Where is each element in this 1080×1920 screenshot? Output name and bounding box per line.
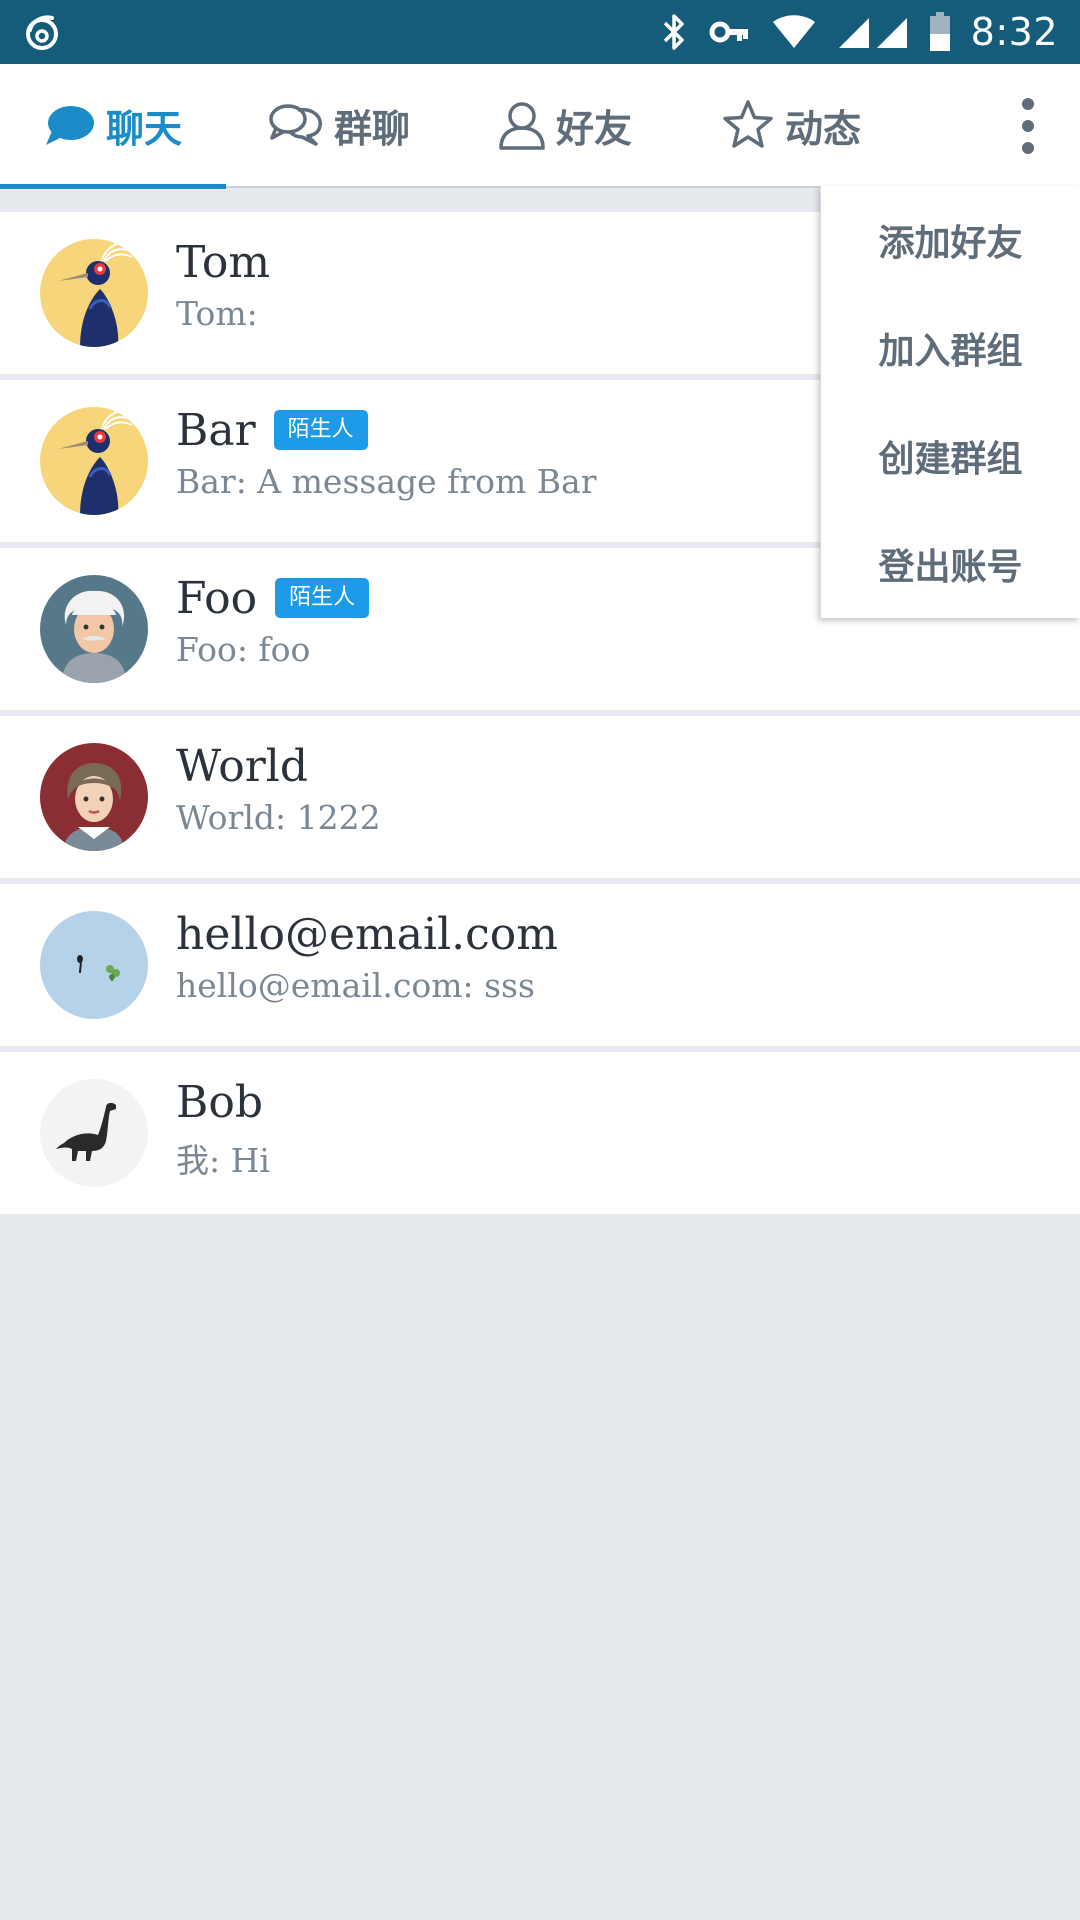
tab-friends-label: 好友 — [555, 106, 632, 151]
vpn-key-icon — [709, 17, 751, 47]
chat-name: Bob — [176, 1076, 263, 1128]
bluetooth-icon — [659, 12, 689, 52]
tab-chat[interactable]: 聊天 — [0, 63, 226, 189]
sprout-avatar — [40, 911, 148, 1019]
status-bar: 8:32 — [0, 0, 1080, 64]
dinosaur-avatar — [40, 1079, 148, 1187]
chat-text: Bob 我: Hi — [176, 1074, 1050, 1182]
tab-moments-label: 动态 — [784, 106, 861, 151]
tab-group-chat-label: 群聊 — [333, 106, 410, 151]
chat-name-row: World — [176, 738, 1050, 794]
more-options-button[interactable] — [1016, 98, 1040, 154]
more-dot — [1022, 98, 1034, 110]
status-time: 8:32 — [970, 10, 1058, 54]
stranger-badge: 陌生人 — [275, 578, 370, 618]
battery-icon — [929, 12, 951, 52]
menu-item-logout[interactable]: 登出账号 — [821, 510, 1080, 618]
tab-moments[interactable]: 动态 — [678, 63, 904, 187]
overflow-menu: 添加好友 加入群组 创建群组 登出账号 — [820, 186, 1080, 618]
tab-group-chat[interactable]: 群聊 — [226, 63, 452, 187]
tab-friends[interactable]: 好友 — [452, 63, 678, 187]
woman-avatar — [40, 743, 148, 851]
chat-name: Tom — [176, 236, 271, 288]
bird-avatar — [40, 407, 148, 515]
app-logo-icon — [22, 12, 62, 52]
chat-name: Foo — [176, 572, 258, 624]
star-icon — [721, 99, 775, 151]
person-icon — [498, 100, 546, 150]
chat-preview: Foo: foo — [176, 630, 311, 669]
chat-bubble-icon — [44, 103, 96, 147]
chat-name: World — [176, 740, 308, 792]
chat-preview: World: 1222 — [176, 798, 381, 837]
wifi-icon — [771, 14, 817, 50]
bird-avatar — [40, 239, 148, 347]
chat-item[interactable]: World World: 1222 — [0, 716, 1080, 878]
tab-chat-label: 聊天 — [105, 106, 182, 151]
group-chat-icon — [268, 102, 324, 148]
chat-item[interactable]: Bob 我: Hi — [0, 1052, 1080, 1214]
more-dot — [1022, 120, 1034, 132]
chat-preview: hello@email.com: sss — [176, 966, 535, 1005]
chat-name: Bar — [176, 404, 256, 456]
chat-text: World World: 1222 — [176, 738, 1050, 838]
menu-item-join-group[interactable]: 加入群组 — [821, 294, 1080, 402]
old-man-avatar — [40, 575, 148, 683]
signal-icon — [837, 14, 909, 50]
chat-preview: 我: Hi — [176, 1141, 270, 1180]
tab-bar: 聊天 群聊 好友 动态 — [0, 63, 1080, 189]
menu-item-create-group[interactable]: 创建群组 — [821, 402, 1080, 510]
chat-text: hello@email.com hello@email.com: sss — [176, 906, 1050, 1006]
chat-name: hello@email.com — [176, 908, 558, 960]
chat-name-row: hello@email.com — [176, 906, 1050, 962]
chat-name-row: Bob — [176, 1074, 1050, 1130]
more-dot — [1022, 142, 1034, 154]
screen: 8:32 聊天 群聊 好友 动态 Tom Tom: Bar 陌生人 Bar: A… — [0, 0, 1080, 1920]
stranger-badge: 陌生人 — [273, 410, 368, 450]
chat-item[interactable]: hello@email.com hello@email.com: sss — [0, 884, 1080, 1046]
menu-item-add-friend[interactable]: 添加好友 — [821, 186, 1080, 294]
